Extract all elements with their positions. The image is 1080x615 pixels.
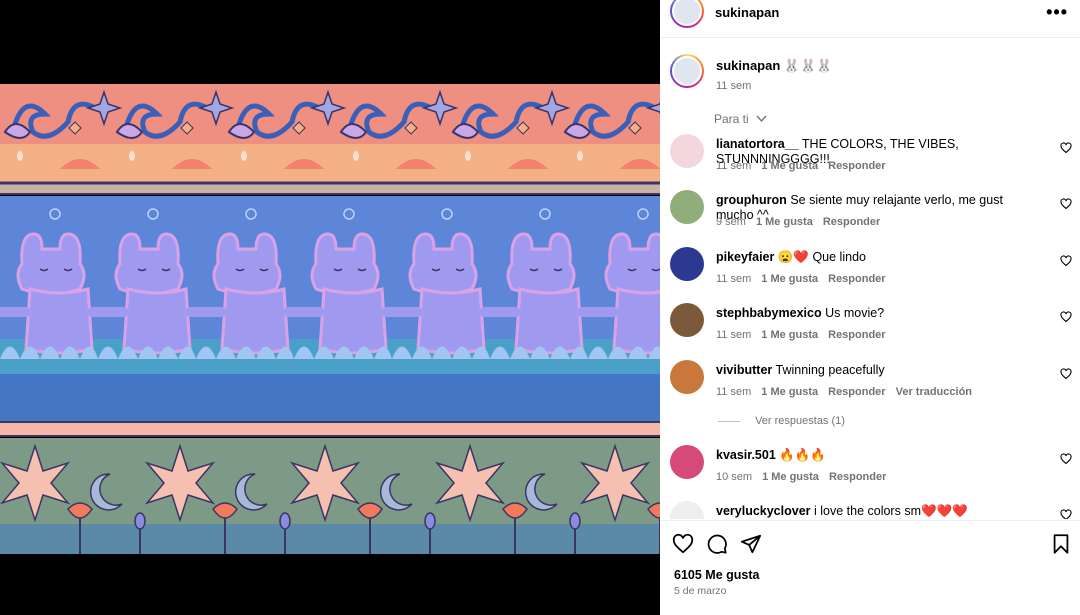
reply-button[interactable]: Responder [828, 273, 885, 285]
commenter-avatar[interactable] [670, 134, 704, 168]
comment-likes[interactable]: 1 Me gusta [762, 471, 819, 483]
comment-body: Us movie? [825, 306, 885, 320]
comment-text: stephbabymexico Us movie? [716, 306, 1036, 321]
comment-text: pikeyfaier 😦❤️ Que lindo [716, 250, 1036, 265]
sort-label: Para ti [714, 112, 749, 126]
illustration [0, 84, 660, 554]
reply-button[interactable]: Responder [828, 386, 885, 398]
like-count[interactable]: 6105 Me gusta [674, 568, 759, 582]
comment-text: kvasir.501 🔥🔥🔥 [716, 448, 1036, 463]
comment-item: vivibutter Twinning peacefully 11 sem 1 Me… [660, 360, 1080, 408]
commenter-username[interactable]: veryluckyclover [716, 504, 811, 518]
comment-likes[interactable]: 1 Me gusta [761, 273, 818, 285]
commenter-avatar[interactable] [670, 190, 704, 224]
view-replies-button[interactable]: Ver respuestas (1) [718, 415, 845, 427]
post-footer: 6105 Me gusta 5 de marzo [660, 520, 1080, 615]
heart-icon[interactable] [672, 533, 694, 555]
comment-body: 😦❤️ Que lindo [777, 250, 866, 264]
commenter-username[interactable]: stephbabymexico [716, 306, 822, 320]
caption-username[interactable]: sukinapan [716, 58, 780, 73]
view-replies-label: Ver respuestas (1) [755, 415, 845, 427]
comment-icon[interactable] [706, 533, 728, 555]
comment-time: 11 sem [716, 273, 752, 285]
commenter-avatar[interactable] [670, 501, 704, 519]
comment-time: 11 sem [716, 160, 752, 172]
post-media[interactable] [0, 0, 660, 615]
comment-item: kvasir.501 🔥🔥🔥 10 sem 1 Me gusta Responder [660, 445, 1080, 493]
like-comment-icon[interactable] [1060, 311, 1072, 323]
reply-button[interactable]: Responder [829, 471, 886, 483]
comment-time: 11 sem [716, 386, 752, 398]
commenter-username[interactable]: pikeyfaier [716, 250, 774, 264]
reply-button[interactable]: Responder [828, 160, 885, 172]
comment-likes[interactable]: 1 Me gusta [756, 216, 813, 228]
comment-time: 11 sem [716, 329, 752, 341]
comment-meta: 10 sem 1 Me gusta Responder [716, 471, 906, 483]
reply-button[interactable]: Responder [823, 216, 880, 228]
comment-item: veryluckyclover i love the colors sm❤️❤️… [660, 501, 1080, 519]
author-avatar[interactable] [670, 0, 704, 28]
like-comment-icon[interactable] [1060, 198, 1072, 210]
comment-item: grouphuron Se siente muy relajante verlo… [660, 190, 1080, 238]
chevron-down-icon [756, 115, 767, 123]
commenter-username[interactable]: lianatortora__ [716, 137, 799, 151]
like-comment-icon[interactable] [1060, 142, 1072, 154]
commenter-username[interactable]: grouphuron [716, 193, 787, 207]
commenter-username[interactable]: vivibutter [716, 363, 772, 377]
post-date: 5 de marzo [674, 585, 727, 597]
comment-text: veryluckyclover i love the colors sm❤️❤️… [716, 504, 1036, 519]
comment-body: i love the colors sm❤️❤️❤️ [814, 504, 968, 518]
comment-meta: 11 sem 1 Me gusta Responder [716, 160, 906, 172]
comment-likes[interactable]: 1 Me gusta [761, 160, 818, 172]
caption-avatar[interactable] [670, 54, 704, 88]
comment-text: vivibutter Twinning peacefully [716, 363, 1036, 378]
commenter-username[interactable]: kvasir.501 [716, 448, 776, 462]
like-comment-icon[interactable] [1060, 368, 1072, 380]
comment-body: 🔥🔥🔥 [779, 448, 826, 462]
paper-plane-icon[interactable] [740, 533, 762, 555]
like-comment-icon[interactable] [1060, 255, 1072, 267]
comment-likes[interactable]: 1 Me gusta [761, 329, 818, 341]
comment-sort-dropdown[interactable]: Para ti [714, 112, 767, 126]
comment-meta: 11 sem 1 Me gusta Responder Ver traducción [716, 386, 982, 398]
comment-item: pikeyfaier 😦❤️ Que lindo 11 sem 1 Me gusta… [660, 247, 1080, 295]
caption-text: sukinapan 🐰🐰🐰 [716, 58, 832, 74]
commenter-avatar[interactable] [670, 445, 704, 479]
comment-body: Twinning peacefully [775, 363, 885, 377]
comment-time: 9 sem [716, 216, 746, 228]
comment-item: lianatortora__ THE COLORS, THE VIBES, ST… [660, 134, 1080, 182]
more-options-icon[interactable]: ••• [1046, 2, 1068, 23]
post-header: sukinapan ••• [660, 0, 1080, 38]
caption-time: 11 sem [716, 80, 752, 92]
like-comment-icon[interactable] [1060, 453, 1072, 465]
bookmark-icon[interactable] [1050, 533, 1072, 555]
comment-time: 10 sem [716, 471, 753, 483]
like-comment-icon[interactable] [1060, 509, 1072, 519]
replies-divider [718, 420, 740, 422]
commenter-avatar[interactable] [670, 247, 704, 281]
comment-likes[interactable]: 1 Me gusta [761, 386, 818, 398]
post-image[interactable] [0, 84, 660, 554]
comment-meta: 11 sem 1 Me gusta Responder [716, 329, 906, 341]
caption-body: 🐰🐰🐰 [783, 58, 833, 73]
translate-button[interactable]: Ver traducción [896, 386, 972, 398]
comment-meta: 11 sem 1 Me gusta Responder [716, 273, 906, 285]
comment-item: stephbabymexico Us movie? 11 sem 1 Me gust… [660, 303, 1080, 351]
post-side-panel: sukinapan ••• sukinapan 🐰🐰🐰 11 sem Para … [660, 0, 1080, 615]
commenter-avatar[interactable] [670, 360, 704, 394]
reply-button[interactable]: Responder [828, 329, 885, 341]
comment-meta: 9 sem 1 Me gusta Responder [716, 216, 900, 228]
commenter-avatar[interactable] [670, 303, 704, 337]
author-username[interactable]: sukinapan [715, 5, 779, 20]
